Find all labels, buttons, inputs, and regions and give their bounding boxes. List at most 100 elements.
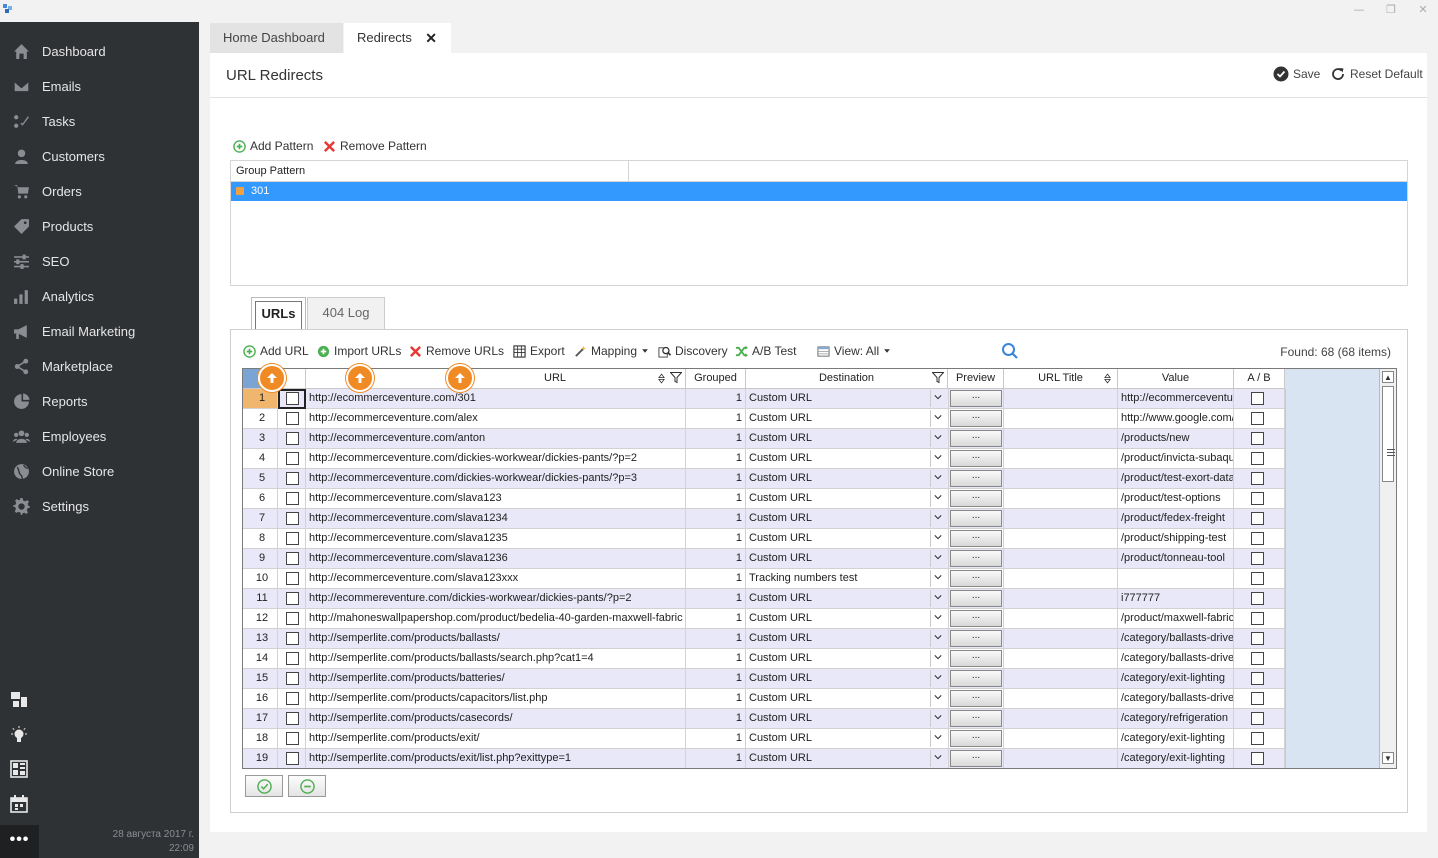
reset-default-button[interactable]: Reset Default	[1330, 66, 1423, 82]
url-title-cell[interactable]	[1004, 409, 1118, 429]
column-header-group-pattern[interactable]: Group Pattern	[231, 161, 629, 181]
cancel-button[interactable]	[288, 775, 326, 797]
destination-dropdown[interactable]	[930, 750, 945, 767]
windows-icon[interactable]	[10, 691, 30, 711]
ab-checkbox[interactable]	[1251, 512, 1264, 525]
grouped-cell[interactable]: 1	[686, 589, 746, 609]
row-number[interactable]: 9	[243, 549, 278, 569]
row-select-checkbox[interactable]	[286, 472, 299, 485]
preview-button[interactable]: ...	[950, 570, 1002, 587]
destination-cell[interactable]: Custom URL	[746, 689, 949, 709]
table-row[interactable]: 6 http://ecommerceventure.com/slava123 1 Cu…	[243, 489, 1285, 509]
row-select-checkbox[interactable]	[286, 752, 299, 765]
grouped-cell[interactable]: 1	[686, 389, 746, 409]
value-cell[interactable]: /category/refrigeration	[1118, 709, 1234, 729]
row-number[interactable]: 13	[243, 629, 278, 649]
destination-cell[interactable]: Custom URL	[746, 729, 949, 749]
sidebar-item-online-store[interactable]: Online Store	[0, 454, 199, 489]
value-cell[interactable]: /category/exit-lighting	[1118, 729, 1234, 749]
sidebar-item-tasks[interactable]: Tasks	[0, 104, 199, 139]
scroll-thumb[interactable]	[1382, 386, 1395, 482]
row-number[interactable]: 12	[243, 609, 278, 629]
sidebar-item-seo[interactable]: SEO	[0, 244, 199, 279]
url-title-cell[interactable]	[1004, 689, 1118, 709]
grouped-cell[interactable]: 1	[686, 709, 746, 729]
row-number[interactable]: 8	[243, 529, 278, 549]
preview-button[interactable]: ...	[950, 590, 1002, 607]
column-header-value[interactable]: Value	[1118, 369, 1234, 389]
row-number[interactable]: 19	[243, 749, 278, 768]
destination-cell[interactable]: Custom URL	[746, 429, 949, 449]
ab-checkbox[interactable]	[1251, 572, 1264, 585]
close-tab-icon[interactable]: ✕	[425, 23, 437, 53]
grouped-cell[interactable]: 1	[686, 689, 746, 709]
sidebar-item-products[interactable]: Products	[0, 209, 199, 244]
sidebar-item-emails[interactable]: Emails	[0, 69, 199, 104]
url-title-cell[interactable]	[1004, 569, 1118, 589]
table-row[interactable]: 19 http://semperlite.com/products/exit/li…	[243, 749, 1285, 768]
tab-redirects[interactable]: Redirects ✕	[344, 23, 451, 53]
row-number[interactable]: 18	[243, 729, 278, 749]
grouped-cell[interactable]: 1	[686, 529, 746, 549]
minimize-button[interactable]: —	[1351, 3, 1367, 17]
url-title-cell[interactable]	[1004, 589, 1118, 609]
preview-button[interactable]: ...	[950, 630, 1002, 647]
url-title-cell[interactable]	[1004, 549, 1118, 569]
mapping-dropdown[interactable]: Mapping	[574, 344, 649, 358]
row-select-checkbox[interactable]	[286, 692, 299, 705]
sidebar-item-marketplace[interactable]: Marketplace	[0, 349, 199, 384]
destination-cell[interactable]: Custom URL	[746, 469, 949, 489]
destination-dropdown[interactable]	[930, 390, 945, 407]
column-header-grouped[interactable]: Grouped	[686, 369, 746, 389]
sort-icon[interactable]	[1104, 373, 1111, 384]
preview-button[interactable]: ...	[950, 750, 1002, 767]
destination-dropdown[interactable]	[930, 430, 945, 447]
value-cell[interactable]: i777777	[1118, 589, 1234, 609]
grouped-cell[interactable]: 1	[686, 749, 746, 768]
scroll-down-icon[interactable]: ▼	[1382, 752, 1394, 764]
discovery-button[interactable]: Discovery	[658, 344, 728, 358]
ab-checkbox[interactable]	[1251, 412, 1264, 425]
remove-urls-button[interactable]: Remove URLs	[409, 344, 504, 358]
table-row[interactable]: 1 http://ecommerceventure.com/301 1 Custom …	[243, 389, 1285, 409]
table-row[interactable]: 16 http://semperlite.com/products/capacit…	[243, 689, 1285, 709]
value-cell[interactable]: /product/maxwell-fabric	[1118, 609, 1234, 629]
calendar-icon[interactable]	[10, 795, 30, 815]
value-cell[interactable]: /category/ballasts-drivers	[1118, 649, 1234, 669]
ab-checkbox[interactable]	[1251, 452, 1264, 465]
scroll-up-icon[interactable]: ▲	[1382, 371, 1394, 383]
row-select-checkbox[interactable]	[286, 712, 299, 725]
url-title-cell[interactable]	[1004, 649, 1118, 669]
export-button[interactable]: Export	[513, 344, 565, 358]
url-cell[interactable]: http://ecommerceventure.com/anton	[306, 429, 686, 449]
url-title-cell[interactable]	[1004, 669, 1118, 689]
row-select-checkbox[interactable]	[286, 452, 299, 465]
ab-checkbox[interactable]	[1251, 732, 1264, 745]
table-row[interactable]: 18 http://semperlite.com/products/exit/1 C…	[243, 729, 1285, 749]
sidebar-item-analytics[interactable]: Analytics	[0, 279, 199, 314]
column-header-destination[interactable]: Destination	[746, 369, 948, 389]
preview-button[interactable]: ...	[950, 510, 1002, 527]
url-title-cell[interactable]	[1004, 529, 1118, 549]
column-header-preview[interactable]: Preview	[948, 369, 1004, 389]
url-title-cell[interactable]	[1004, 709, 1118, 729]
value-cell[interactable]: /product/test-exort-data	[1118, 469, 1234, 489]
destination-cell[interactable]: Custom URL	[746, 749, 949, 768]
ab-checkbox[interactable]	[1251, 492, 1264, 505]
table-row[interactable]: 11 http://ecommereventure.com/dickies-wor…	[243, 589, 1285, 609]
preview-button[interactable]: ...	[950, 390, 1002, 407]
url-cell[interactable]: http://ecommerceventure.com/dickies-work…	[306, 469, 686, 489]
vertical-scrollbar[interactable]: ▲ ▼	[1379, 369, 1396, 768]
destination-dropdown[interactable]	[930, 530, 945, 547]
table-row[interactable]: 17 http://semperlite.com/products/casecor…	[243, 709, 1285, 729]
add-pattern-button[interactable]: Add Pattern	[233, 139, 313, 153]
url-cell[interactable]: http://semperlite.com/products/batteries…	[306, 669, 686, 689]
url-title-cell[interactable]	[1004, 749, 1118, 768]
row-select-checkbox[interactable]	[286, 612, 299, 625]
sidebar-item-settings[interactable]: Settings	[0, 489, 199, 524]
url-cell[interactable]: http://semperlite.com/products/exit/list…	[306, 749, 686, 768]
row-number[interactable]: 11	[243, 589, 278, 609]
confirm-button[interactable]	[245, 775, 283, 797]
url-cell[interactable]: http://ecommerceventure.com/slava123	[306, 489, 686, 509]
sidebar-item-reports[interactable]: Reports	[0, 384, 199, 419]
